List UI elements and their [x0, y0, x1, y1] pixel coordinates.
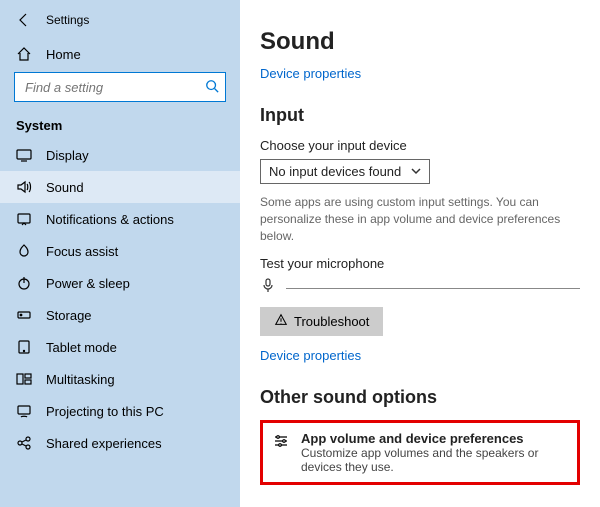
titlebar-label: Settings: [46, 13, 89, 27]
nav-label: Storage: [46, 308, 92, 323]
settings-window: Settings Home System Display Sound: [0, 0, 600, 507]
main-content: Sound Device properties Input Choose you…: [240, 0, 600, 507]
nav-label: Focus assist: [46, 244, 118, 259]
storage-icon: [16, 307, 32, 323]
troubleshoot-label: Troubleshoot: [294, 314, 369, 329]
input-heading: Input: [260, 105, 580, 126]
sidebar-item-multitasking[interactable]: Multitasking: [0, 363, 240, 395]
nav-label: Shared experiences: [46, 436, 162, 451]
notifications-icon: [16, 211, 32, 227]
sliders-icon: [273, 433, 289, 449]
sidebar-item-tablet[interactable]: Tablet mode: [0, 331, 240, 363]
device-properties-link-2[interactable]: Device properties: [260, 348, 580, 363]
sidebar-item-shared[interactable]: Shared experiences: [0, 427, 240, 459]
sidebar-item-focus-assist[interactable]: Focus assist: [0, 235, 240, 267]
input-device-value: No input devices found: [269, 164, 401, 179]
sidebar-item-notifications[interactable]: Notifications & actions: [0, 203, 240, 235]
page-title: Sound: [260, 28, 580, 56]
sidebar-section-title: System: [0, 110, 240, 139]
app-volume-preferences[interactable]: App volume and device preferences Custom…: [260, 420, 580, 485]
microphone-icon: [260, 277, 276, 293]
sidebar-item-storage[interactable]: Storage: [0, 299, 240, 331]
power-icon: [16, 275, 32, 291]
nav-label: Projecting to this PC: [46, 404, 164, 419]
warning-icon: [274, 313, 288, 330]
home-label: Home: [46, 47, 81, 62]
projecting-icon: [16, 403, 32, 419]
shared-icon: [16, 435, 32, 451]
display-icon: [16, 147, 32, 163]
sidebar-item-sound[interactable]: Sound: [0, 171, 240, 203]
device-properties-link[interactable]: Device properties: [260, 66, 580, 81]
nav-label: Tablet mode: [46, 340, 117, 355]
input-device-label: Choose your input device: [260, 138, 580, 153]
focus-assist-icon: [16, 243, 32, 259]
nav-label: Multitasking: [46, 372, 115, 387]
nav-label: Display: [46, 148, 89, 163]
input-device-select[interactable]: No input devices found: [260, 159, 430, 184]
search-input[interactable]: [23, 79, 205, 96]
test-mic-label: Test your microphone: [260, 256, 580, 271]
home-item[interactable]: Home: [0, 38, 240, 70]
nav-label: Notifications & actions: [46, 212, 174, 227]
sidebar-item-display[interactable]: Display: [0, 139, 240, 171]
app-volume-text: App volume and device preferences Custom…: [301, 431, 567, 474]
other-heading: Other sound options: [260, 387, 580, 408]
titlebar: Settings: [0, 6, 240, 38]
search-box[interactable]: [14, 72, 226, 102]
tablet-icon: [16, 339, 32, 355]
search-wrap: [0, 70, 240, 110]
app-volume-title: App volume and device preferences: [301, 431, 567, 446]
mic-test-row: [260, 277, 580, 293]
home-icon: [16, 46, 32, 62]
sidebar-item-projecting[interactable]: Projecting to this PC: [0, 395, 240, 427]
sidebar: Settings Home System Display Sound: [0, 0, 240, 507]
multitasking-icon: [16, 371, 32, 387]
nav-label: Sound: [46, 180, 84, 195]
back-icon[interactable]: [16, 12, 32, 28]
nav-label: Power & sleep: [46, 276, 130, 291]
app-volume-subtitle: Customize app volumes and the speakers o…: [301, 446, 567, 474]
mic-level-bar: [286, 288, 580, 289]
search-icon: [205, 79, 219, 96]
chevron-down-icon: [411, 164, 421, 179]
sound-icon: [16, 179, 32, 195]
troubleshoot-button[interactable]: Troubleshoot: [260, 307, 383, 336]
sidebar-item-power[interactable]: Power & sleep: [0, 267, 240, 299]
input-hint: Some apps are using custom input setting…: [260, 194, 580, 244]
